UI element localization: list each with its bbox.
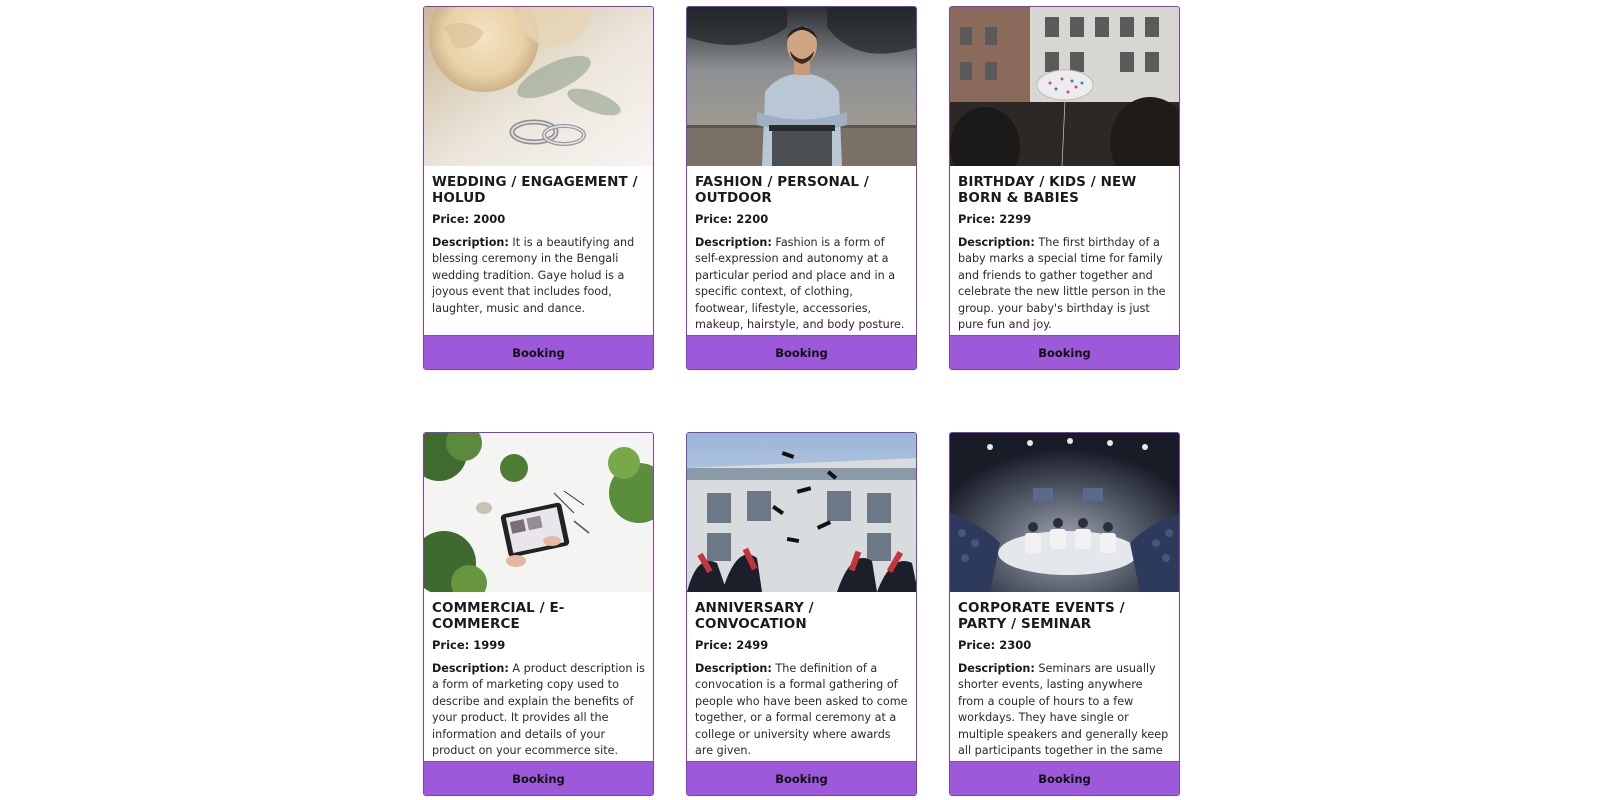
service-card-birthday: BIRTHDAY / KIDS / NEW BORN & BABIES Pric… — [949, 6, 1180, 370]
booking-button[interactable]: Booking — [424, 761, 653, 795]
description-label: Description: — [432, 662, 509, 675]
card-price: Price: 2499 — [695, 638, 769, 652]
description-text: A product description is a form of marke… — [432, 662, 645, 758]
booking-button[interactable]: Booking — [687, 335, 916, 369]
card-body: ANNIVERSARY / CONVOCATION Price: 2499 De… — [687, 592, 916, 761]
description-text: The first birthday of a baby marks a spe… — [958, 236, 1166, 332]
description-label: Description: — [432, 236, 509, 249]
card-title: COMMERCIAL / E-COMMERCE — [432, 600, 565, 632]
card-price: Price: 2300 — [958, 638, 1032, 652]
description-label: Description: — [958, 662, 1035, 675]
card-title: ANNIVERSARY / CONVOCATION — [695, 600, 814, 632]
service-card-corporate: CORPORATE EVENTS / PARTY / SEMINAR Price… — [949, 432, 1180, 796]
card-description: Description: Seminars are usually shorte… — [958, 661, 1171, 761]
seminar-stage-photo — [950, 433, 1179, 592]
service-card-grid: WEDDING / ENGAGEMENT / HOLUD Price: 2000… — [423, 6, 1181, 796]
card-body: FASHION / PERSONAL / OUTDOOR Price: 2200… — [687, 166, 916, 335]
description-text: Fashion is a form of self-expression and… — [695, 236, 905, 332]
tablet-plants-photo — [424, 433, 653, 592]
service-card-fashion: FASHION / PERSONAL / OUTDOOR Price: 2200… — [686, 6, 917, 370]
service-card-wedding: WEDDING / ENGAGEMENT / HOLUD Price: 2000… — [423, 6, 654, 370]
card-description: Description: A product description is a … — [432, 661, 645, 759]
service-card-commercial: COMMERCIAL / E-COMMERCE Price: 1999 Desc… — [423, 432, 654, 796]
description-label: Description: — [695, 662, 772, 675]
man-portrait-photo — [687, 7, 916, 166]
card-body: WEDDING / ENGAGEMENT / HOLUD Price: 2000… — [424, 166, 653, 335]
booking-button[interactable]: Booking — [687, 761, 916, 795]
card-description: Description: It is a beautifying and ble… — [432, 235, 645, 317]
card-price: Price: 1999 — [432, 638, 506, 652]
service-card-anniversary: ANNIVERSARY / CONVOCATION Price: 2499 De… — [686, 432, 917, 796]
description-label: Description: — [958, 236, 1035, 249]
card-title: BIRTHDAY / KIDS / NEW BORN & BABIES — [958, 174, 1137, 206]
graduation-caps-photo — [687, 433, 916, 592]
booking-button[interactable]: Booking — [950, 761, 1179, 795]
booking-button[interactable]: Booking — [424, 335, 653, 369]
card-price: Price: 2200 — [695, 212, 769, 226]
description-text: Seminars are usually shorter events, las… — [958, 662, 1169, 761]
card-description: Description: Fashion is a form of self-e… — [695, 235, 908, 333]
description-label: Description: — [695, 236, 772, 249]
wedding-rings-roses-photo — [424, 7, 653, 166]
card-body: CORPORATE EVENTS / PARTY / SEMINAR Price… — [950, 592, 1179, 761]
card-description: Description: The first birthday of a bab… — [958, 235, 1171, 333]
card-price: Price: 2000 — [432, 212, 506, 226]
card-body: BIRTHDAY / KIDS / NEW BORN & BABIES Pric… — [950, 166, 1179, 335]
birthday-balloon-photo — [950, 7, 1179, 166]
description-text: The definition of a convocation is a for… — [695, 662, 908, 758]
card-title: WEDDING / ENGAGEMENT / HOLUD — [432, 174, 638, 206]
card-price: Price: 2299 — [958, 212, 1032, 226]
card-title: CORPORATE EVENTS / PARTY / SEMINAR — [958, 600, 1125, 632]
card-description: Description: The definition of a convoca… — [695, 661, 908, 759]
card-title: FASHION / PERSONAL / OUTDOOR — [695, 174, 869, 206]
booking-button[interactable]: Booking — [950, 335, 1179, 369]
card-body: COMMERCIAL / E-COMMERCE Price: 1999 Desc… — [424, 592, 653, 761]
